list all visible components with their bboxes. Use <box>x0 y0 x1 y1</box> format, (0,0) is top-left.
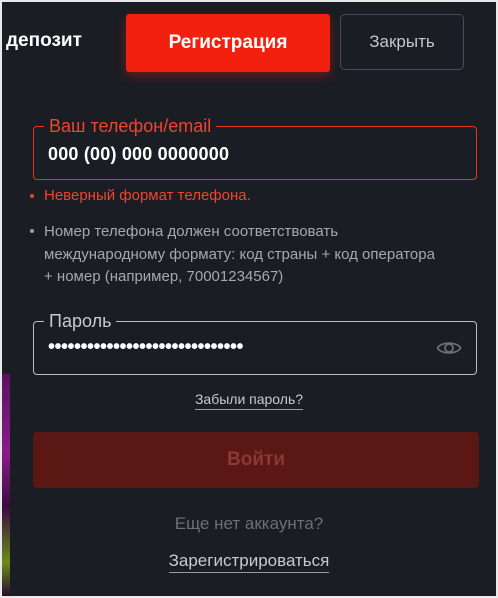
phone-email-label: Ваш телефон/email <box>44 115 217 137</box>
bullet-icon <box>30 193 34 198</box>
forgot-password-link-wrapper: Забыли пароль? <box>2 391 496 410</box>
login-panel: депозит Регистрация Закрыть Ваш телефон/… <box>2 2 496 596</box>
password-field[interactable]: Пароль •••••••••••••••••••••••••••••• <box>33 310 477 375</box>
close-button[interactable]: Закрыть <box>340 14 464 70</box>
register-link-wrapper: Зарегистрироваться <box>2 551 496 573</box>
no-account-text: Еще нет аккаунта? <box>174 514 324 533</box>
phone-email-value[interactable]: 000 (00) 000 0000000 <box>48 144 229 165</box>
deposit-label: депозит <box>6 30 82 51</box>
phone-format-hint: Номер телефона должен соответствовать ме… <box>30 221 440 289</box>
register-tab-button[interactable]: Регистрация <box>126 14 330 72</box>
forgot-password-link[interactable]: Забыли пароль? <box>194 391 304 410</box>
phone-email-field[interactable]: Ваш телефон/email 000 (00) 000 0000000 <box>33 115 477 180</box>
phone-hint-text: Номер телефона должен соответствовать ме… <box>44 223 435 285</box>
eye-icon[interactable] <box>436 338 462 358</box>
password-label: Пароль <box>44 310 117 332</box>
login-button[interactable]: Войти <box>33 432 479 488</box>
phone-error-message: Неверный формат телефона. <box>30 187 251 204</box>
bullet-icon <box>30 229 34 233</box>
register-link[interactable]: Зарегистрироваться <box>168 551 330 573</box>
password-value[interactable]: •••••••••••••••••••••••••••••• <box>48 336 244 359</box>
phone-error-text: Неверный формат телефона. <box>44 187 251 204</box>
